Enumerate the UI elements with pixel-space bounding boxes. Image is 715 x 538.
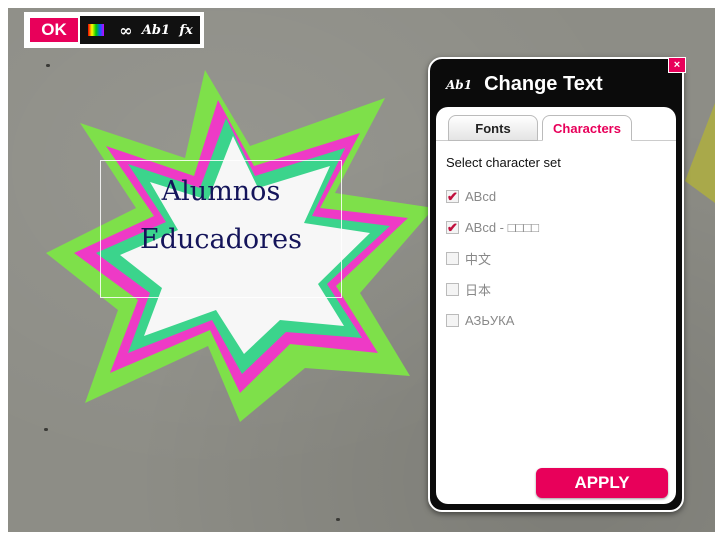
option-abcd[interactable]: ✔ ABcd [446,181,539,212]
edit-toolbar: OK ∞ Ab1 fx [24,12,204,48]
tab-bar: Fonts Characters [448,115,632,141]
option-label: ABcd - □□□□ [465,220,540,235]
text-style-icon: Ab1 [446,77,473,92]
option-label: ABcd [465,189,497,204]
background-speck [44,428,48,431]
checkbox[interactable]: ✔ [446,220,459,235]
checkbox[interactable] [446,252,459,265]
tab-characters[interactable]: Characters [542,115,632,141]
dialog-body: Fonts Characters Select character set ✔ … [436,107,676,504]
option-japanese[interactable]: 日本 [446,274,539,305]
option-label: АЗЬУКА [465,313,515,328]
background-speck [336,518,340,521]
option-abcd-extended[interactable]: ✔ ABcd - □□□□ [446,212,539,243]
checkbox[interactable] [446,283,459,296]
effects-button[interactable]: fx [172,16,200,44]
palette-icon [87,24,104,36]
option-chinese[interactable]: 中文 [446,243,539,274]
character-set-list: ✔ ABcd ✔ ABcd - □□□□ 中文 日本 АЗЬУКА [446,181,539,336]
link-icon: ∞ [119,20,133,40]
section-label: Select character set [446,155,561,170]
dialog-header: Ab1 Change Text [446,73,603,96]
checkbox[interactable]: ✔ [446,189,459,204]
dialog-title: Change Text [484,73,603,95]
option-label: 日本 [465,283,492,298]
change-text-dialog: × Ab1 Change Text Fonts Characters Selec… [428,57,686,512]
link-button[interactable]: ∞ [112,16,140,44]
color-palette-button[interactable] [82,16,110,44]
apply-button[interactable]: APPLY [536,468,668,498]
sticker-text-line-2: Educadores [140,224,302,255]
sticker-text-line-1: Alumnos [161,176,281,207]
option-cyrillic[interactable]: АЗЬУКА [446,305,539,336]
close-button[interactable]: × [668,57,686,73]
text-style-button[interactable]: Ab1 [142,16,170,44]
ok-button[interactable]: OK [28,16,80,44]
tab-fonts[interactable]: Fonts [448,115,538,141]
checkbox[interactable] [446,314,459,327]
option-label: 中文 [465,252,492,267]
background-shape [685,103,715,203]
sticker-text[interactable]: Alumnos Educadores [100,168,342,264]
